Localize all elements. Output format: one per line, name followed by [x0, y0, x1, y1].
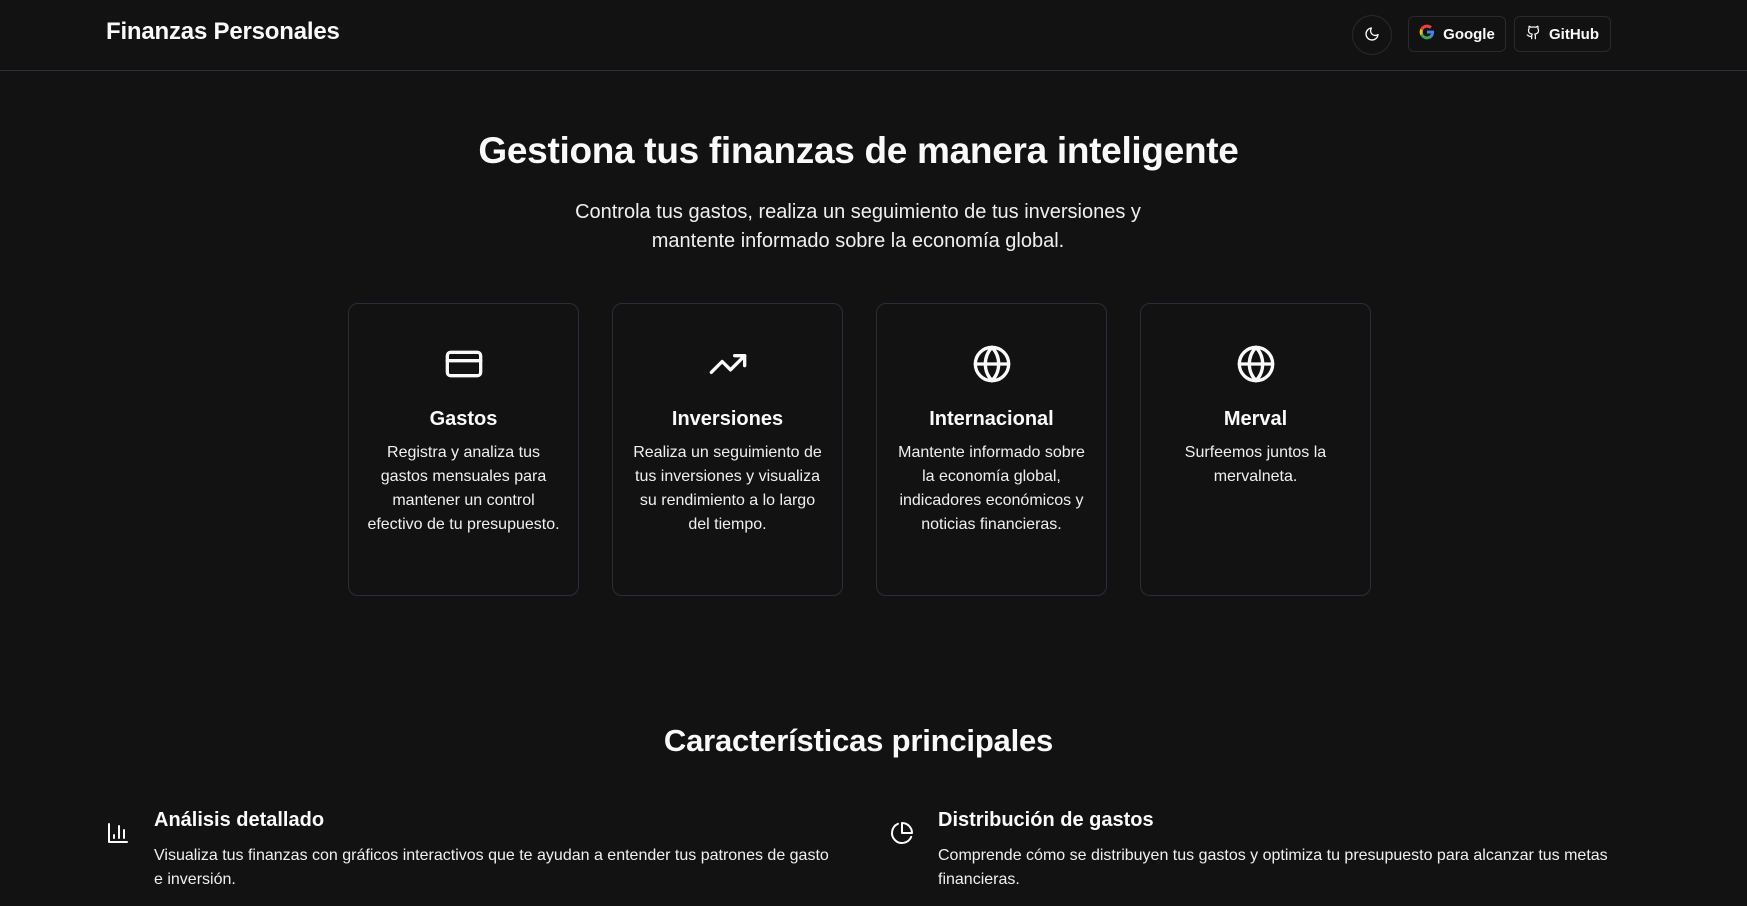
google-login-button[interactable]: Google: [1408, 16, 1506, 52]
google-button-label: Google: [1443, 25, 1495, 43]
card-merval[interactable]: Merval Surfeemos juntos la mervalneta.: [1140, 303, 1371, 596]
credit-card-icon: [444, 344, 484, 389]
github-icon: [1526, 25, 1541, 44]
card-title: Merval: [1223, 408, 1288, 430]
card-description: Surfeemos juntos la mervalneta.: [1184, 444, 1327, 485]
trending-up-icon: [708, 344, 748, 389]
card-title: Internacional: [929, 408, 1054, 430]
top-navbar: Finanzas Personales Google GitHub: [0, 0, 1747, 71]
theme-toggle-button[interactable]: [1352, 15, 1392, 55]
pie-chart-icon: [890, 821, 914, 845]
card-gastos[interactable]: Gastos Registra y analiza tus gastos men…: [348, 303, 579, 596]
google-icon: [1419, 24, 1435, 44]
card-title: Gastos: [429, 408, 498, 430]
card-description: Mantente informado sobre la economía glo…: [898, 444, 1085, 533]
feature-description: Comprende cómo se distribuyen tus gastos…: [938, 847, 1608, 888]
bar-chart-icon: [106, 821, 130, 845]
github-login-button[interactable]: GitHub: [1514, 16, 1611, 52]
feature-title: Análisis detallado: [154, 809, 325, 831]
globe-icon: [972, 344, 1012, 389]
moon-icon: [1364, 26, 1380, 45]
hero-title: Gestiona tus finanzas de manera intelige…: [478, 130, 1239, 171]
card-description: Registra y analiza tus gastos mensuales …: [367, 444, 560, 533]
features-section-title: Características principales: [663, 723, 1054, 758]
feature-title: Distribución de gastos: [938, 809, 1154, 831]
brand-title[interactable]: Finanzas Personales: [106, 18, 340, 46]
github-button-label: GitHub: [1549, 25, 1599, 43]
feature-description: Visualiza tus finanzas con gráficos inte…: [154, 847, 829, 888]
hero-subtitle: Controla tus gastos, realiza un seguimie…: [575, 201, 1141, 252]
card-description: Realiza un seguimiento de tus inversione…: [633, 444, 822, 533]
card-inversiones[interactable]: Inversiones Realiza un seguimiento de tu…: [612, 303, 843, 596]
card-title: Inversiones: [671, 408, 784, 430]
card-internacional[interactable]: Internacional Mantente informado sobre l…: [876, 303, 1107, 596]
globe-icon: [1236, 344, 1276, 389]
